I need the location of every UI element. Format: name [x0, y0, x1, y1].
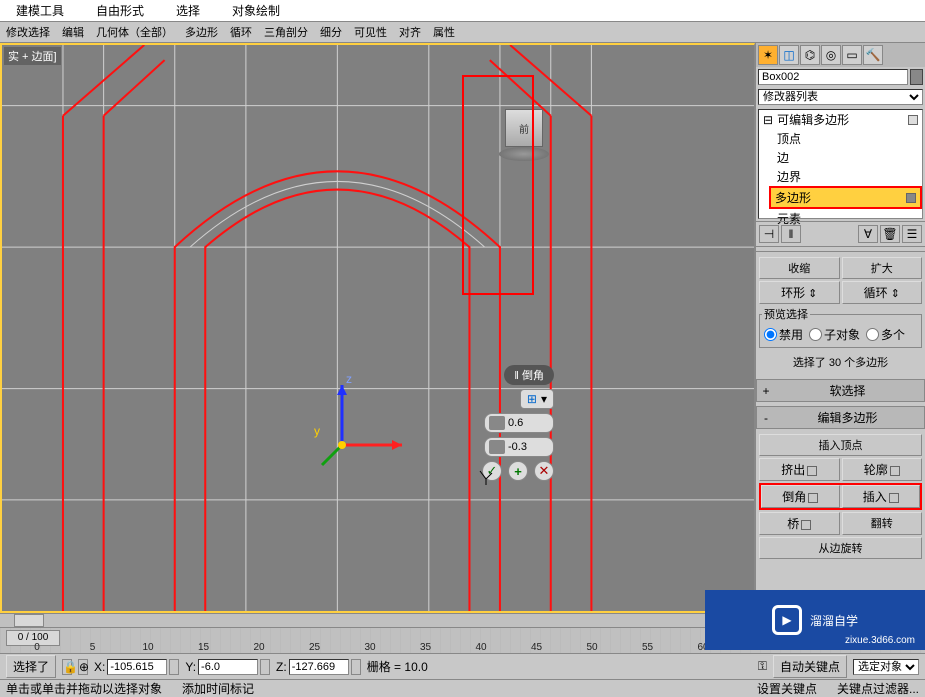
command-panel: ✶ ◫ ⌬ ◎ ▭ 🔨 修改器列表 ⊟可编辑多边形 顶点 边 边界 多边形 元素… — [755, 43, 925, 613]
watermark-url: zixue.3d66.com — [845, 635, 915, 646]
ribbon-tabs: 修改选择 编辑 几何体（全部） 多边形 循环 三角剖分 细分 可见性 对齐 属性 — [0, 22, 925, 43]
hinge-from-edge-button[interactable]: 从边旋转 — [759, 537, 922, 559]
bevel-outline-input[interactable] — [505, 441, 549, 453]
caddy-title: ‖ 倒角 — [504, 365, 554, 385]
motion-tab-icon[interactable]: ◎ — [821, 45, 841, 65]
lock-icon[interactable]: 🔒 — [62, 659, 72, 675]
y-input[interactable] — [198, 659, 258, 675]
ribbon-tab[interactable]: 可见性 — [348, 22, 393, 42]
play-icon: ▶ — [772, 605, 802, 635]
ring-button[interactable]: 环形 ⇕ — [759, 281, 840, 304]
outline-button[interactable]: 轮廓 — [842, 458, 923, 481]
viewcube[interactable]: 前 — [494, 105, 554, 165]
preview-sub-radio[interactable]: 子对象 — [809, 326, 860, 343]
bridge-button[interactable]: 桥 — [759, 512, 840, 535]
grid-size: 栅格 = 10.0 — [367, 658, 428, 675]
bevel-outline-spinner[interactable] — [484, 437, 554, 457]
utilities-tab-icon[interactable]: 🔨 — [863, 45, 883, 65]
extrude-button[interactable]: 挤出 — [759, 458, 840, 481]
preview-fieldset: 预览选择 禁用 子对象 多个 — [759, 306, 922, 348]
z-input[interactable] — [289, 659, 349, 675]
menu-item[interactable]: 对象绘制 — [216, 0, 296, 21]
wireframe-model — [2, 45, 754, 611]
bevel-height-input[interactable] — [505, 417, 549, 429]
object-color-swatch[interactable] — [910, 69, 923, 85]
selection-status: 选择了 30 个多边形 — [759, 350, 922, 374]
time-slider[interactable]: 0 / 100 — [6, 630, 60, 646]
hint-bar: 单击或单击并拖动以选择对象 添加时间标记 设置关键点 关键点过滤器... — [0, 679, 925, 697]
stack-root[interactable]: 可编辑多边形 — [777, 111, 849, 128]
height-icon — [489, 416, 505, 430]
subobj-polygon[interactable]: 多边形 — [769, 186, 922, 209]
ribbon-tab[interactable]: 三角剖分 — [258, 22, 314, 42]
main-menu: 建模工具 自由形式 选择 对象绘制 — [0, 0, 925, 22]
watermark: ▶ 溜溜自学 zixue.3d66.com — [705, 590, 925, 650]
watermark-brand: 溜溜自学 — [810, 612, 858, 629]
display-tab-icon[interactable]: ▭ — [842, 45, 862, 65]
viewcube-ring[interactable] — [499, 147, 549, 161]
outline-icon — [489, 440, 505, 454]
setkey-button[interactable]: 设置关键点 — [757, 680, 817, 697]
apply-and-continue-button[interactable] — [508, 461, 528, 481]
shrink-button[interactable]: 收缩 — [759, 257, 840, 279]
preview-multi-radio[interactable]: 多个 — [866, 326, 905, 343]
configure-sets-icon[interactable]: ☰ — [902, 225, 922, 243]
ribbon-tab[interactable]: 属性 — [427, 22, 461, 42]
show-end-result-icon[interactable]: ‖ — [781, 225, 801, 243]
ribbon-tab[interactable]: 多边形 — [179, 22, 224, 42]
hierarchy-tab-icon[interactable]: ⌬ — [800, 45, 820, 65]
insert-vertex-button[interactable]: 插入顶点 — [759, 434, 922, 456]
selection-lock-button[interactable]: 选择了 — [6, 655, 56, 678]
menu-item[interactable]: 自由形式 — [80, 0, 160, 21]
x-coord: X: — [94, 659, 179, 675]
cancel-button[interactable] — [534, 461, 554, 481]
flip-button[interactable]: 翻转 — [842, 512, 923, 535]
command-panel-tabs: ✶ ◫ ⌬ ◎ ▭ 🔨 — [756, 43, 925, 67]
key-target-select[interactable]: 选定对象 — [853, 659, 919, 675]
bevel-height-spinner[interactable] — [484, 413, 554, 433]
grow-button[interactable]: 扩大 — [842, 257, 923, 279]
modifier-list-dropdown[interactable]: 修改器列表 — [758, 89, 923, 105]
modify-tab-icon[interactable]: ◫ — [779, 45, 799, 65]
pin-stack-icon[interactable]: ⊣ — [759, 225, 779, 243]
edit-polygons-rollout[interactable]: -编辑多边形 — [756, 406, 925, 429]
y-coord: Y: — [185, 659, 270, 675]
menu-item[interactable]: 建模工具 — [0, 0, 80, 21]
soft-selection-rollout[interactable]: +软选择 — [756, 379, 925, 402]
subobj-edge[interactable]: 边 — [773, 148, 922, 167]
ribbon-tab[interactable]: 对齐 — [393, 22, 427, 42]
ribbon-tab[interactable]: 细分 — [314, 22, 348, 42]
make-unique-icon[interactable]: ∀ — [858, 225, 878, 243]
subobj-border[interactable]: 边界 — [773, 167, 922, 186]
caddy-type-selector[interactable]: ⊞ ▾ — [520, 389, 554, 409]
preview-legend: 预览选择 — [762, 306, 810, 322]
loop-button[interactable]: 循环 ⇕ — [842, 281, 923, 304]
key-icon[interactable]: ⚿ — [758, 659, 767, 674]
z-coord: Z: — [276, 659, 361, 675]
subobj-vertex[interactable]: 顶点 — [773, 129, 922, 148]
inset-button[interactable]: 插入 — [842, 485, 921, 508]
ribbon-tab[interactable]: 循环 — [224, 22, 258, 42]
x-input[interactable] — [107, 659, 167, 675]
hint-text: 单击或单击并拖动以选择对象 — [6, 680, 162, 697]
bevel-button[interactable]: 倒角 — [761, 485, 840, 508]
create-tab-icon[interactable]: ✶ — [758, 45, 778, 65]
preview-off-radio[interactable]: 禁用 — [764, 326, 803, 343]
stack-tools: ⊣ ‖ ∀ 🗑 ☰ — [756, 221, 925, 247]
coord-mode-icon[interactable]: ⊕ — [78, 659, 88, 675]
status-bar: 选择了 🔒 ⊕ X: Y: Z: 栅格 = 10.0 ⚿ 自动关键点 选定对象 — [0, 653, 925, 679]
ribbon-tab[interactable]: 编辑 — [56, 22, 90, 42]
remove-modifier-icon[interactable]: 🗑 — [880, 225, 900, 243]
viewport[interactable]: 实 + 边面] — [0, 43, 755, 613]
viewcube-face[interactable]: 前 — [505, 109, 543, 147]
modifier-stack[interactable]: ⊟可编辑多边形 顶点 边 边界 多边形 元素 — [758, 109, 923, 219]
key-filters-button[interactable]: 关键点过滤器... — [837, 680, 919, 697]
hint-text-2: 添加时间标记 — [182, 680, 254, 697]
object-name-input[interactable] — [758, 69, 908, 85]
ribbon-tab[interactable]: 几何体（全部） — [90, 22, 179, 42]
ribbon-tab[interactable]: 修改选择 — [0, 22, 56, 42]
bevel-caddy: ‖ 倒角 ⊞ ▾ — [482, 365, 554, 481]
autokey-button[interactable]: 自动关键点 — [773, 655, 847, 678]
menu-item[interactable]: 选择 — [160, 0, 216, 21]
